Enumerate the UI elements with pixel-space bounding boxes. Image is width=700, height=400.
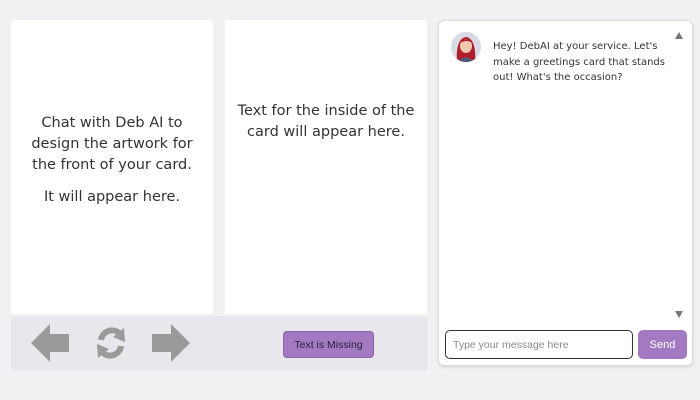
right-arrow-icon[interactable] [150, 322, 192, 368]
assistant-avatar [451, 32, 481, 62]
card-front-instructions: Chat with Deb AI to design the artwork f… [31, 115, 193, 173]
card-front-panel: Chat with Deb AI to design the artwork f… [11, 20, 213, 314]
message-input[interactable] [445, 330, 633, 359]
left-arrow-icon[interactable] [29, 322, 71, 368]
card-inside-panel: Text for the inside of the card will app… [225, 20, 427, 314]
refresh-icon[interactable] [94, 325, 128, 365]
card-inside-placeholder: Text for the inside of the card will app… [237, 103, 415, 140]
text-missing-button[interactable]: Text is Missing [283, 331, 374, 358]
send-button[interactable]: Send [638, 330, 687, 359]
card-front-placeholder: It will appear here. [43, 189, 181, 205]
scroll-down-icon[interactable] [675, 311, 683, 318]
scroll-up-icon[interactable] [675, 32, 683, 39]
bot-message: Hey! DebAI at your service. Let's make a… [493, 41, 665, 83]
chat-panel: Hey! DebAI at your service. Let's make a… [438, 20, 693, 366]
